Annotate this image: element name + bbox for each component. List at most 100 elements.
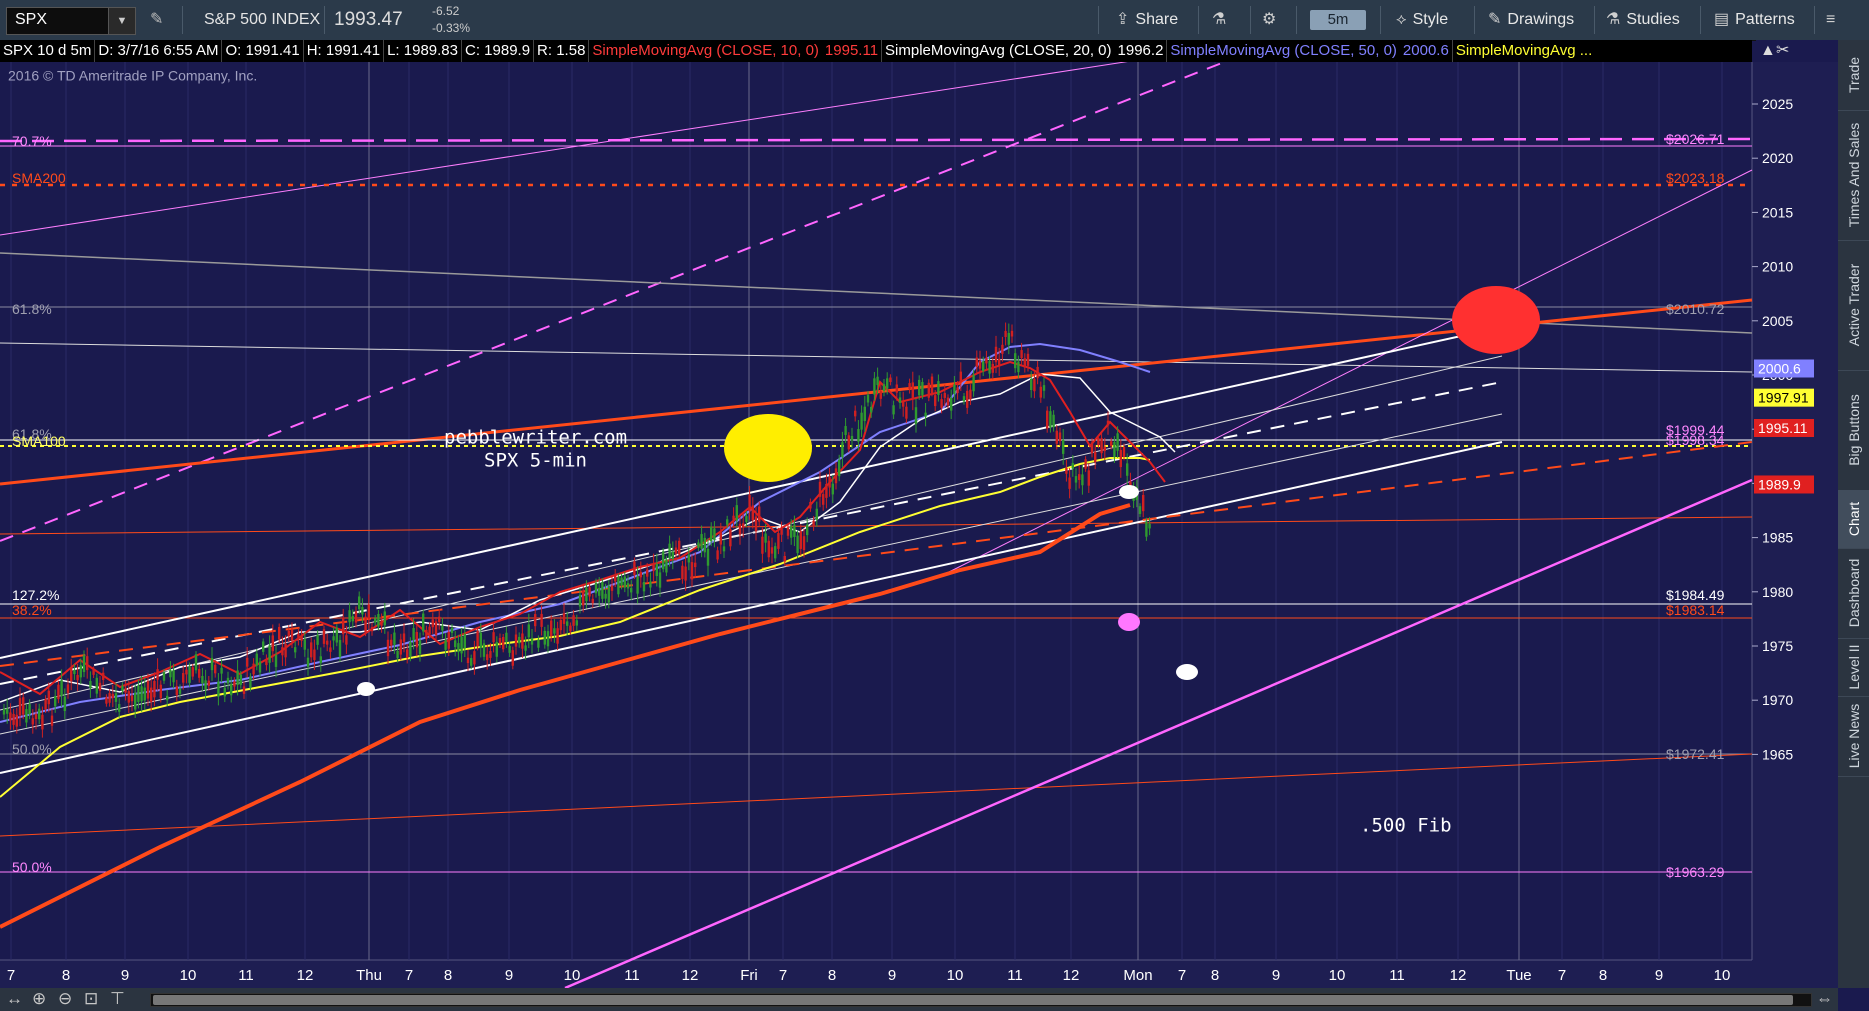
x-tick-label: Tue: [1506, 967, 1531, 984]
zoom-in-icon[interactable]: ⊕: [32, 989, 46, 1009]
candle-body: [636, 576, 639, 594]
candle-body: [153, 680, 156, 698]
chevron-down-icon[interactable]: ▼: [108, 8, 135, 34]
candle-body: [396, 650, 399, 659]
scroll-thumb[interactable]: [153, 995, 1793, 1005]
candle-body: [278, 626, 281, 640]
tab-big-buttons[interactable]: Big Buttons: [1838, 370, 1869, 491]
candle-body: [934, 395, 937, 407]
drawings-button[interactable]: ✎ Drawings: [1488, 0, 1574, 40]
tab-level-ii[interactable]: Level II: [1838, 638, 1869, 697]
flask-button[interactable]: ⚗: [1212, 0, 1232, 40]
candle-body: [178, 688, 182, 694]
legend-sma10-label[interactable]: SimpleMovingAvg (CLOSE, 10, 0): [589, 40, 822, 62]
zoom-out-icon[interactable]: ⊖: [58, 989, 72, 1009]
candle-body: [582, 590, 585, 606]
candle-body: [924, 412, 927, 417]
candle-body: [457, 643, 460, 653]
candle-body: [1007, 332, 1010, 345]
candle-body: [633, 561, 636, 576]
candle-body: [1033, 378, 1036, 392]
candle-body: [902, 401, 905, 407]
candle-body: [793, 524, 796, 537]
candle-body: [79, 665, 82, 678]
tab-active-trader[interactable]: Active Trader: [1838, 240, 1869, 371]
candle-body: [300, 635, 303, 641]
candle-body: [738, 523, 742, 535]
patterns-button[interactable]: ▤ Patterns: [1714, 0, 1795, 40]
collapse-icon[interactable]: ▲: [1760, 40, 1776, 62]
share-button[interactable]: ⇪ Share: [1116, 0, 1178, 40]
studies-label: Studies: [1626, 11, 1680, 28]
chart-menu-button[interactable]: ≡: [1826, 0, 1841, 40]
fib-label: 127.2%: [12, 587, 59, 603]
patterns-label: Patterns: [1735, 11, 1795, 28]
candle-body: [201, 675, 204, 684]
tab-trade[interactable]: Trade: [1838, 40, 1869, 111]
candle-body: [758, 506, 761, 522]
candle-body: [1030, 378, 1033, 391]
style-button[interactable]: ⟡ Style: [1396, 0, 1448, 40]
crosshair-icon[interactable]: ✂: [1776, 40, 1789, 62]
tab-chart[interactable]: Chart: [1838, 490, 1869, 549]
candle-body: [815, 508, 818, 520]
candle-body: [777, 533, 780, 549]
candle-body: [1065, 467, 1068, 474]
candle-body: [473, 651, 476, 665]
candle-body: [834, 468, 838, 484]
legend-sma50-label[interactable]: SimpleMovingAvg (CLOSE, 50, 0): [1167, 40, 1400, 62]
candle-body: [188, 666, 191, 683]
level-label: $1963.29: [1666, 864, 1725, 880]
legend-sma20-label[interactable]: SimpleMovingAvg (CLOSE, 20, 0): [882, 40, 1115, 62]
candle-body: [82, 655, 86, 673]
candle-body: [553, 628, 556, 634]
tab-times-and-sales[interactable]: Times And Sales: [1838, 110, 1869, 241]
time-axis-area: [0, 960, 1752, 988]
legend-low: L: 1989.83: [384, 40, 462, 62]
tab-live-news[interactable]: Live News: [1838, 696, 1869, 777]
legend-sma50-value: 2000.6: [1400, 40, 1453, 62]
link-icon[interactable]: ✎: [150, 0, 163, 40]
candle-body: [674, 547, 678, 554]
y-tick-label: 2005: [1762, 313, 1793, 329]
fib-label: 50.0%: [12, 859, 52, 875]
symbol-selector[interactable]: SPX ▼: [6, 7, 136, 35]
candle-body: [950, 397, 953, 411]
red-target-marker: [1452, 286, 1540, 354]
x-tick-label: 7: [7, 967, 15, 984]
fit-icon[interactable]: ⇔: [1816, 989, 1833, 1009]
candle-body: [220, 667, 223, 674]
candle-body: [1052, 414, 1055, 428]
candle-body: [431, 619, 434, 628]
reset-icon[interactable]: ⊤: [110, 989, 125, 1009]
candle-body: [156, 669, 159, 680]
x-tick-label: 7: [1558, 967, 1566, 984]
y-tick-label: 2010: [1762, 259, 1793, 275]
candle-body: [594, 583, 598, 594]
timeframe-button[interactable]: 5m: [1310, 10, 1366, 30]
tab-dashboard[interactable]: Dashboard: [1838, 548, 1869, 639]
candle-body: [870, 406, 873, 413]
zoom-box-icon[interactable]: ⊡: [84, 989, 98, 1009]
candle-body: [790, 526, 793, 538]
candle-body: [585, 587, 588, 602]
studies-button[interactable]: ⚗ Studies: [1606, 0, 1680, 40]
candle-body: [540, 613, 543, 627]
candle-body: [1039, 386, 1042, 398]
x-tick-label: 8: [62, 967, 70, 984]
y-tick-label: 1975: [1762, 638, 1793, 654]
legend-sma-more[interactable]: SimpleMovingAvg ...: [1453, 40, 1595, 62]
candle-body: [588, 587, 591, 597]
pan-icon[interactable]: ↔: [6, 989, 23, 1009]
settings-button[interactable]: ⚙: [1262, 0, 1282, 40]
copyright-text: 2016 © TD Ameritrade IP Company, Inc.: [8, 67, 257, 83]
time-scrollbar[interactable]: [150, 993, 1812, 1007]
candle-body: [287, 630, 290, 637]
candle-body: [735, 505, 738, 521]
candle-body: [1068, 477, 1071, 489]
candle-body: [479, 632, 482, 649]
candle-body: [841, 442, 844, 458]
candle-body: [937, 381, 940, 395]
candle-body: [284, 643, 287, 658]
price-chart[interactable]: 2016 © TD Ameritrade IP Company, Inc. pe…: [0, 62, 1838, 988]
